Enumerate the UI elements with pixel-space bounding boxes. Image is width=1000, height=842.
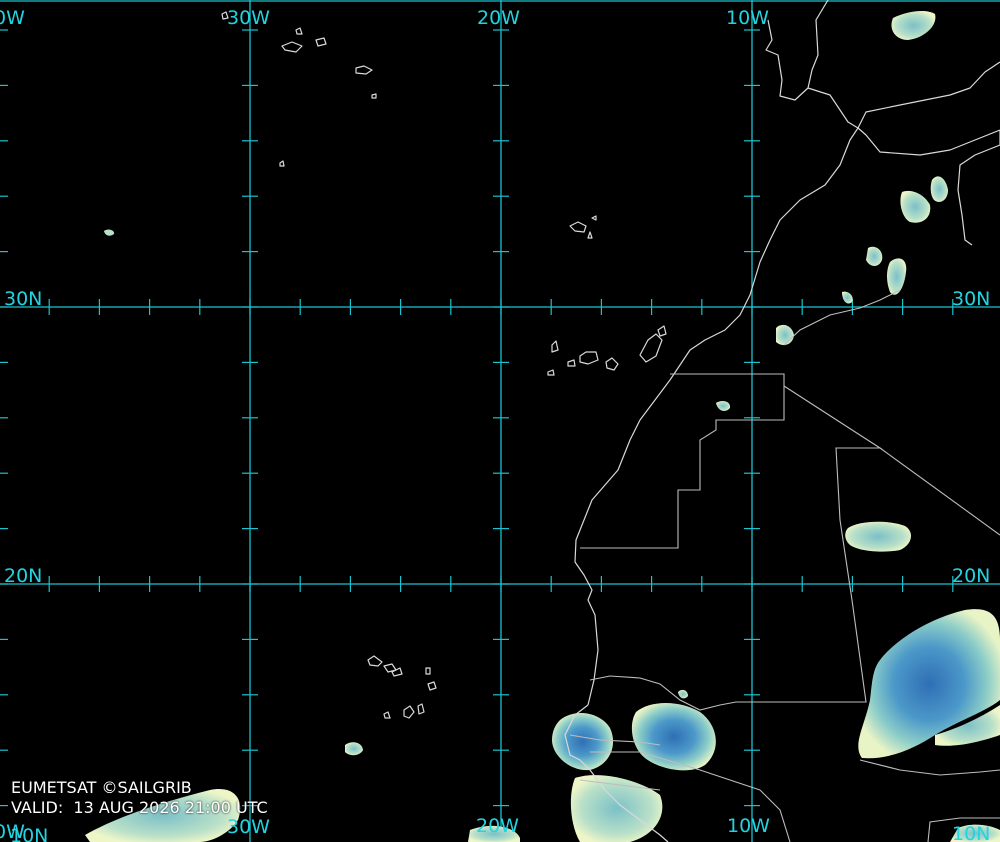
cloud-niger (845, 521, 912, 552)
cloud-morocco-2 (887, 258, 907, 295)
grid-labels: 0W 30W 20W 10W 0W 30W 20W 10W 30N 20N 10… (0, 7, 990, 842)
coast-portugal (765, 19, 809, 101)
border-morocco-algeria (783, 289, 901, 346)
lon-label-top-30w: 30W (227, 7, 270, 29)
madeira-islands (569, 215, 597, 239)
lat-label-right-30n: 30N (952, 288, 990, 310)
cloud-guinea (570, 775, 663, 842)
lon-label-bottom-20w: 20W (476, 815, 519, 837)
map-canvas: 0W 30W 20W 10W 0W 30W 20W 10W 30N 20N 10… (0, 0, 1000, 842)
valid-time-line: VALID: 13 AUG 2026 21:00 UTC (11, 798, 268, 818)
cloud-azores-speck (104, 229, 115, 236)
valid-time: 13 AUG 2026 21:00 UTC (73, 798, 268, 817)
lon-label-top-20w: 20W (477, 7, 520, 29)
graticule (0, 0, 1000, 842)
cloud-morocco-4 (842, 291, 853, 304)
satellite-map: 0W 30W 20W 10W 0W 30W 20W 10W 30N 20N 10… (0, 0, 1000, 842)
lon-label-top-0: 0W (0, 7, 25, 29)
lat-label-right-20n: 20N (952, 565, 990, 587)
cape-verde-islands (367, 655, 437, 719)
lat-label-left-10n: 10N (10, 825, 48, 842)
cloud-algeria-1 (900, 190, 931, 223)
border-wsahara-morocco (580, 373, 785, 549)
border-algeria-east (879, 447, 1000, 536)
lon-label-top-10w: 10W (726, 7, 769, 29)
lon-label-bottom-30w: 30W (227, 816, 270, 838)
cloud-morocco-3 (776, 324, 794, 346)
cloud-atlas (891, 11, 936, 40)
lat-label-left-20n: 20N (4, 565, 42, 587)
valid-label: VALID: (11, 798, 64, 817)
cloud-algeria-2 (930, 176, 948, 202)
canary-islands (547, 325, 667, 376)
cloud-layer (85, 11, 1000, 842)
coast-africa-north (574, 127, 1000, 706)
credit-source: EUMETSAT ©SAILGRIB (11, 778, 192, 797)
cloud-sahel-mid (678, 689, 688, 699)
border-layer (569, 289, 1000, 842)
cloud-morocco-1 (866, 246, 883, 266)
lat-label-right-10n: 10N (952, 823, 990, 842)
cloud-mali-west (631, 703, 716, 771)
cloud-w-sahara (716, 400, 731, 411)
lon-label-bottom-10w: 10W (727, 815, 770, 837)
azores-islands (221, 11, 377, 167)
cloud-cape-verde-sw-2 (345, 742, 363, 756)
graticule-ticks (0, 29, 954, 807)
lat-label-left-30n: 30N (4, 288, 42, 310)
cloud-senegal (552, 713, 614, 771)
coast-algeria-east (957, 130, 1000, 246)
